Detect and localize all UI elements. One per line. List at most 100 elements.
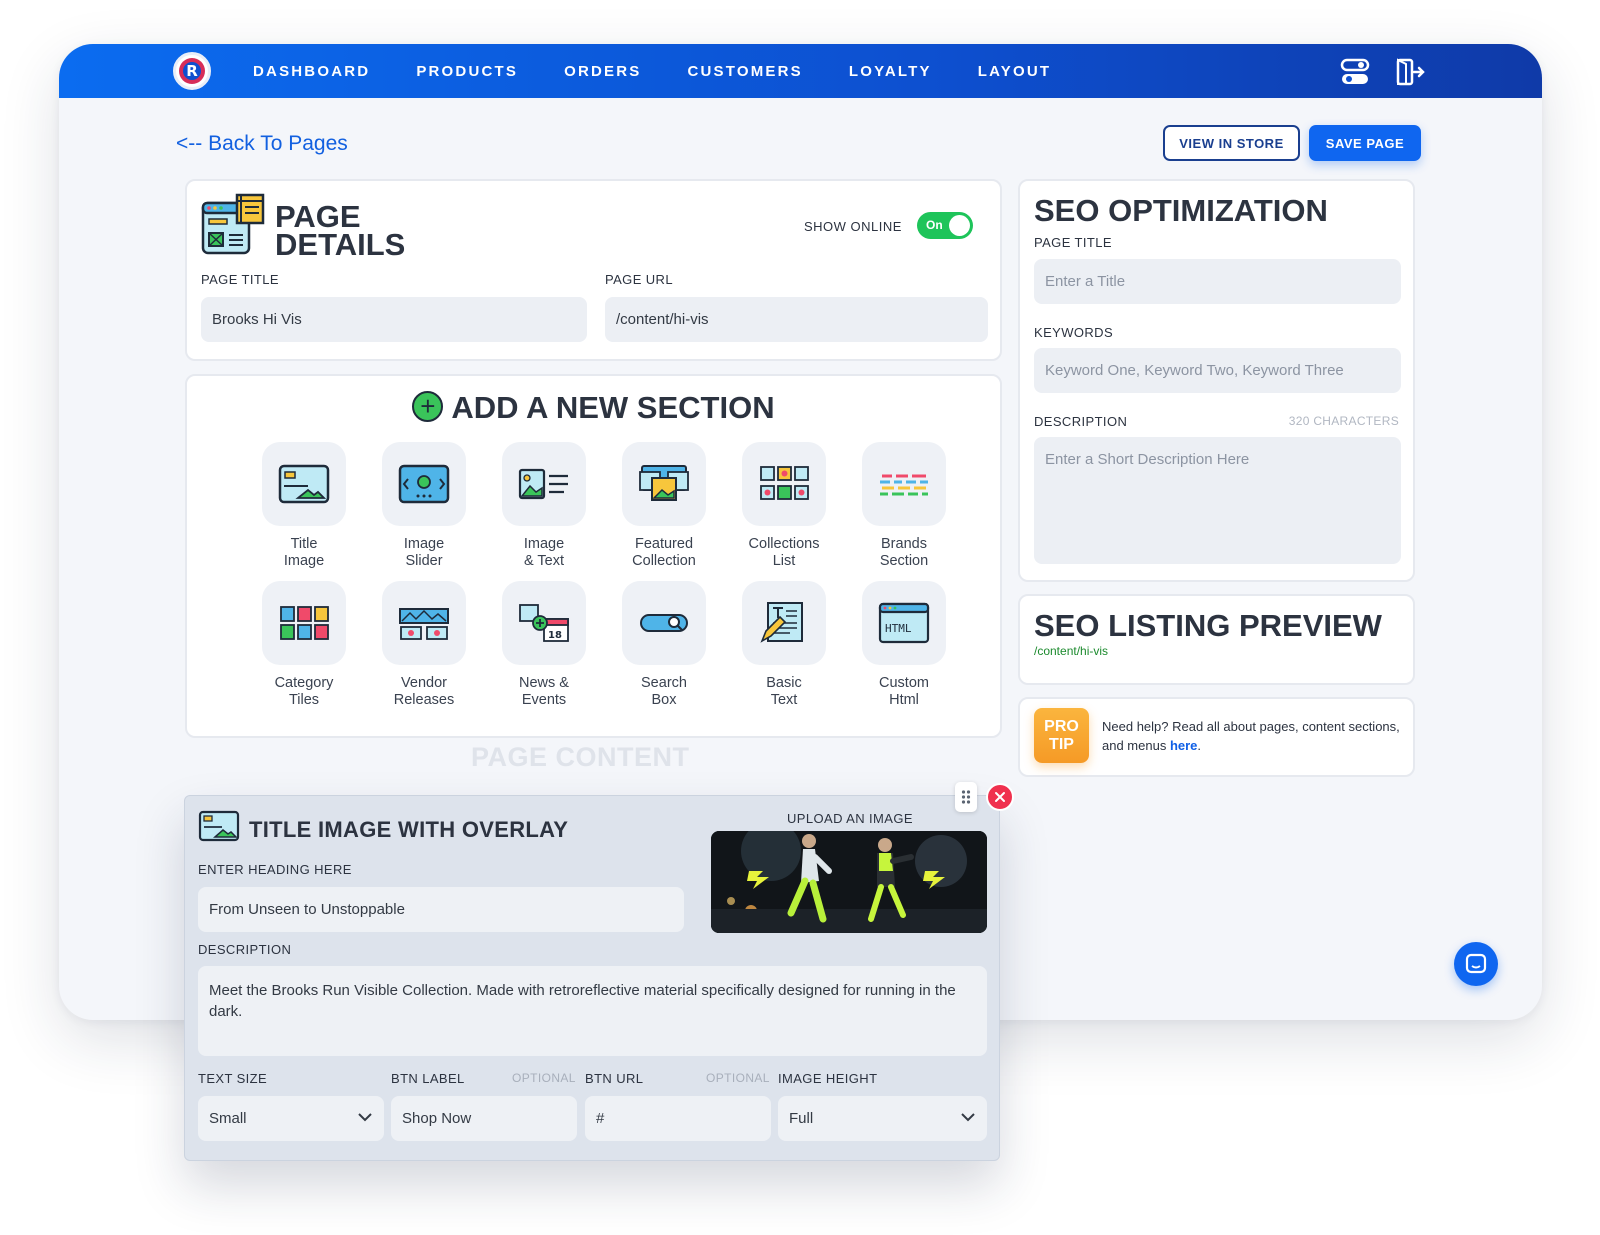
keywords-input[interactable]: Keyword One, Keyword Two, Keyword Three [1034,348,1401,393]
brands-section-icon [880,474,928,496]
seo-title: SEO OPTIMIZATION [1034,193,1328,228]
main-nav: DASHBOARD PRODUCTS ORDERS CUSTOMERS LOYA… [253,44,1097,98]
toggle-label: On [926,218,943,232]
tile-title-image[interactable]: Title Image [244,442,364,570]
back-to-pages-link[interactable]: <-- Back To Pages [176,132,348,156]
tile-vendor-releases[interactable]: Vendor Releases [364,581,484,709]
description-input[interactable]: Meet the Brooks Run Visible Collection. … [198,966,987,1056]
tile-brands-section[interactable]: Brands Section [844,442,964,570]
pro-tip-link[interactable]: here [1170,738,1197,753]
news-events-icon: 18 [519,604,569,642]
svg-text:HTML: HTML [885,622,912,635]
show-online-label: SHOW ONLINE [804,219,902,234]
tile-basic-text[interactable]: Basic Text [724,581,844,709]
page-title-input[interactable]: Brooks Hi Vis [201,297,587,342]
tile-image-slider[interactable]: Image Slider [364,442,484,570]
title-image-icon [278,464,330,504]
image-text-icon [518,468,568,500]
nav-layout[interactable]: LAYOUT [978,63,1052,80]
tile-label: Image Slider [403,536,445,569]
show-online-toggle[interactable]: On [917,212,973,239]
image-height-value: Full [789,1110,814,1127]
image-height-select[interactable]: Full [778,1096,987,1141]
preview-url: /content/hi-vis [1034,644,1109,658]
btn-url-label: BTN URL [585,1071,644,1086]
tile-label: Custom Html [879,675,929,708]
btn-url-optional: OPTIONAL [706,1071,770,1085]
nav-dashboard[interactable]: DASHBOARD [253,63,370,80]
nav-customers[interactable]: CUSTOMERS [687,63,802,80]
view-in-store-button[interactable]: VIEW IN STORE [1163,125,1300,161]
image-slider-icon [398,464,450,504]
toggle-knob [949,215,970,236]
section-title: TITLE IMAGE WITH OVERLAY [249,817,569,842]
tile-label: Category Tiles [274,675,334,708]
btn-label-label: BTN LABEL [391,1071,465,1086]
nav-orders[interactable]: ORDERS [564,63,641,80]
description-label: DESCRIPTION [198,942,292,957]
seo-page-title-input[interactable]: Enter a Title [1034,259,1401,304]
seo-optimization-card: SEO OPTIMIZATION PAGE TITLE Enter a Titl… [1018,179,1415,582]
text-size-select[interactable]: Small [198,1096,384,1141]
tile-search-box[interactable]: Search Box [604,581,724,709]
tile-label: Image & Text [523,536,565,569]
svg-text:18: 18 [548,630,562,641]
tile-custom-html[interactable]: HTML Custom Html [844,581,964,709]
basic-text-icon [760,602,803,643]
pro-tip-card: PRO TIP Need help? Read all about pages,… [1018,697,1415,777]
logo-letter: R [183,62,201,80]
logout-icon[interactable] [1395,58,1425,86]
btn-url-input[interactable]: # [585,1096,771,1141]
nav-loyalty[interactable]: LOYALTY [849,63,932,80]
close-icon [995,792,1005,802]
pro-tip-text: Need help? Read all about pages, content… [1102,719,1400,753]
top-navigation-bar: R DASHBOARD PRODUCTS ORDERS CUSTOMERS LO… [59,44,1542,98]
tile-featured-collection[interactable]: Featured Collection [604,442,724,570]
keywords-label: KEYWORDS [1034,325,1114,340]
custom-html-icon: HTML [878,602,930,644]
tile-label: Search Box [641,675,687,708]
character-count: 320 CHARACTERS [1288,414,1399,428]
title-image-icon [198,810,240,842]
title-image-section-panel: TITLE IMAGE WITH OVERLAY ENTER HEADING H… [184,782,1014,1161]
tile-collections-list[interactable]: Collections List [724,442,844,570]
seo-description-label: DESCRIPTION [1034,414,1128,429]
page-url-label: PAGE URL [605,272,673,287]
add-section-card: + ADD A NEW SECTION Title Image Image Sli… [185,374,1002,738]
runners-night-photo [711,831,987,933]
uploaded-hero-image[interactable] [711,831,987,933]
tile-label: News & Events [519,675,569,708]
chat-button[interactable] [1454,942,1498,986]
page-content-heading: PAGE CONTENT [471,742,690,772]
tile-label: Vendor Releases [393,675,455,708]
page-url-input[interactable]: /content/hi-vis [605,297,988,342]
btn-label-optional: OPTIONAL [512,1071,576,1085]
brand-logo[interactable]: R [173,52,211,90]
remove-section-button[interactable] [986,783,1014,811]
seo-listing-preview-card: SEO LISTING PREVIEW /content/hi-vis [1018,594,1415,685]
seo-page-title-label: PAGE TITLE [1034,235,1112,250]
text-size-value: Small [209,1110,247,1127]
chevron-down-icon [358,1113,372,1122]
collections-list-icon [760,466,809,500]
btn-label-input[interactable]: Shop Now [391,1096,577,1141]
category-tiles-icon [280,606,329,640]
drag-handle[interactable] [955,782,977,812]
tile-category-tiles[interactable]: Category Tiles [244,581,364,709]
tile-label: Collections List [748,536,820,569]
nav-products[interactable]: PRODUCTS [416,63,518,80]
featured-collection-icon [639,465,689,501]
tile-image-text[interactable]: Image & Text [484,442,604,570]
save-page-button[interactable]: SAVE PAGE [1309,125,1421,161]
tile-news-events[interactable]: 18 News & Events [484,581,604,709]
add-section-title: + ADD A NEW SECTION [187,390,1000,426]
heading-label: ENTER HEADING HERE [198,862,352,877]
settings-toggle-icon[interactable] [1340,58,1370,86]
page-details-card: PAGE DETAILS SHOW ONLINE On PAGE TITLE B… [185,179,1002,361]
drag-dots-icon [961,790,971,804]
seo-description-input[interactable]: Enter a Short Description Here [1034,437,1401,564]
heading-input[interactable]: From Unseen to Unstoppable [198,887,684,932]
seo-preview-title: SEO LISTING PREVIEW [1034,608,1382,643]
chevron-down-icon [961,1113,975,1122]
page-title-label: PAGE TITLE [201,272,279,287]
